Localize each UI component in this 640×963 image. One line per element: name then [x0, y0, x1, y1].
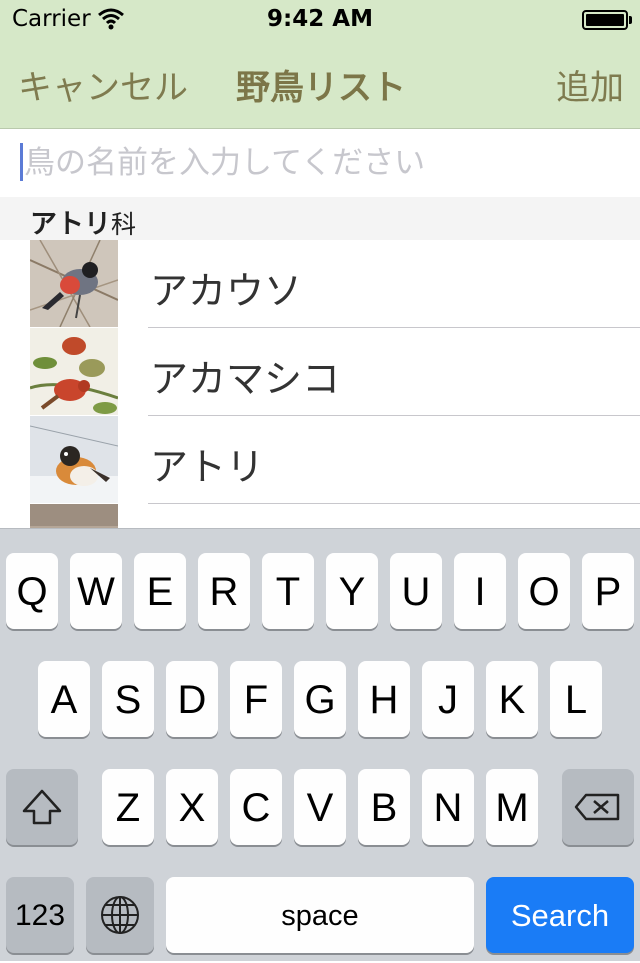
list-item[interactable]: アカウソ — [0, 240, 640, 328]
status-time: 9:42 AM — [267, 6, 373, 32]
key-k[interactable]: K — [486, 661, 538, 737]
search-bar — [0, 129, 640, 197]
key-z[interactable]: Z — [102, 769, 154, 845]
shift-icon — [22, 789, 62, 825]
family-name: アトリ — [30, 209, 111, 240]
delete-icon — [574, 793, 620, 821]
bird-name: アトリ — [150, 445, 265, 489]
globe-key[interactable] — [86, 877, 154, 953]
section-header: アトリ科 — [0, 197, 640, 240]
list-item[interactable]: アトリ — [0, 416, 640, 504]
bird-photo — [30, 240, 118, 327]
key-c[interactable]: C — [230, 769, 282, 845]
family-suffix: 科 — [111, 210, 137, 239]
globe-icon — [101, 896, 139, 934]
bird-photo — [30, 328, 118, 415]
bird-name: アカマシコ — [150, 357, 341, 401]
keyboard: Q W E R T Y U I O P A S D F G H J K L Z … — [0, 528, 640, 961]
key-y[interactable]: Y — [326, 553, 378, 629]
search-input[interactable] — [24, 141, 624, 185]
space-key[interactable]: space — [166, 877, 474, 953]
key-m[interactable]: M — [486, 769, 538, 845]
key-e[interactable]: E — [134, 553, 186, 629]
shift-key[interactable] — [6, 769, 78, 845]
key-q[interactable]: Q — [6, 553, 58, 629]
key-b[interactable]: B — [358, 769, 410, 845]
search-key[interactable]: Search — [486, 877, 634, 953]
key-t[interactable]: T — [262, 553, 314, 629]
cancel-button[interactable]: キャンセル — [18, 60, 188, 109]
bird-name: アカウソ — [150, 269, 303, 313]
status-bar: Carrier 9:42 AM — [0, 0, 640, 40]
key-p[interactable]: P — [582, 553, 634, 629]
key-g[interactable]: G — [294, 661, 346, 737]
key-d[interactable]: D — [166, 661, 218, 737]
bird-photo — [30, 416, 118, 503]
key-v[interactable]: V — [294, 769, 346, 845]
list-item[interactable]: アカマシコ — [0, 328, 640, 416]
key-i[interactable]: I — [454, 553, 506, 629]
battery-icon — [582, 10, 632, 30]
numbers-key[interactable]: 123 — [6, 877, 74, 953]
key-n[interactable]: N — [422, 769, 474, 845]
text-cursor — [20, 143, 23, 181]
key-u[interactable]: U — [390, 553, 442, 629]
navigation-bar: Carrier 9:42 AM キャンセル 野鳥リスト 追加 — [0, 0, 640, 129]
page-title: 野鳥リスト — [236, 68, 406, 108]
key-j[interactable]: J — [422, 661, 474, 737]
key-o[interactable]: O — [518, 553, 570, 629]
key-a[interactable]: A — [38, 661, 90, 737]
add-button[interactable]: 追加 — [556, 60, 624, 109]
key-s[interactable]: S — [102, 661, 154, 737]
section-title: アトリ科 — [30, 202, 136, 241]
key-x[interactable]: X — [166, 769, 218, 845]
key-l[interactable]: L — [550, 661, 602, 737]
key-r[interactable]: R — [198, 553, 250, 629]
key-w[interactable]: W — [70, 553, 122, 629]
key-h[interactable]: H — [358, 661, 410, 737]
delete-key[interactable] — [562, 769, 634, 845]
key-f[interactable]: F — [230, 661, 282, 737]
